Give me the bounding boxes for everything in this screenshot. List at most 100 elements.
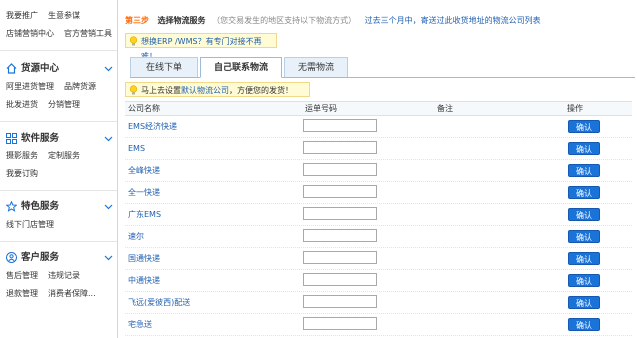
section-title: 客户服务 (21, 252, 60, 263)
sidebar-link[interactable]: 品牌货源 (64, 81, 96, 93)
company-name[interactable]: 飞远(爱彼西)配送 (128, 292, 190, 313)
waybill-input[interactable] (303, 251, 377, 264)
confirm-button[interactable]: 确认 (568, 120, 600, 133)
sidebar-link[interactable]: 我要订购 (6, 168, 38, 180)
confirm-button[interactable]: 确认 (568, 296, 600, 309)
waybill-input[interactable] (303, 163, 377, 176)
sidebar-row: 售后管理 违规记录 (6, 270, 90, 282)
confirm-button[interactable]: 确认 (568, 208, 600, 221)
company-name[interactable]: 速尔 (128, 226, 144, 247)
company-name[interactable]: 全一快递 (128, 182, 160, 203)
default-logistics-tip: 马上去设置默认物流公司，方便您的发货！ (125, 82, 310, 97)
waybill-input[interactable] (303, 273, 377, 286)
history-logistics-link[interactable]: 过去三个月中，寄送过此收货地址的物流公司列表 (365, 16, 541, 25)
table-row: 全一快递 确认 (125, 182, 632, 204)
confirm-button[interactable]: 确认 (568, 252, 600, 265)
grid-icon (6, 133, 17, 144)
table-row: 宅急送 确认 (125, 314, 632, 336)
confirm-button[interactable]: 确认 (568, 274, 600, 287)
sidebar-row: 我要推广 生意参谋 (6, 10, 90, 22)
waybill-input[interactable] (303, 295, 377, 308)
company-name[interactable]: 全峰快递 (128, 160, 160, 181)
section-header-special[interactable]: 特色服务 (6, 199, 116, 215)
waybill-input[interactable] (303, 185, 377, 198)
col-company: 公司名称 (128, 104, 160, 113)
sidebar: 我要推广 生意参谋 店铺营销中心 官方营销工具 货源中心 阿里进货管理 品牌货源 批发… (0, 0, 120, 338)
tip-suffix: ，方便您的发货！ (229, 86, 293, 95)
sidebar-link[interactable]: 售后管理 (6, 270, 38, 282)
sidebar-link[interactable]: 消费者保障... (48, 288, 96, 300)
table-row: 中通快递 确认 (125, 270, 632, 292)
sidebar-row: 摄影服务 定制服务 (6, 150, 90, 162)
chevron-down-icon[interactable] (104, 202, 113, 211)
sidebar-row: 批发进货 分销管理 (6, 99, 90, 111)
tip-prefix: 马上去设置 (141, 86, 181, 95)
confirm-button[interactable]: 确认 (568, 142, 600, 155)
tab-bar: 在线下单 自己联系物流 无需物流 (130, 57, 635, 78)
sidebar-link[interactable]: 退款管理 (6, 288, 38, 300)
tab-no-logistics[interactable]: 无需物流 (284, 57, 348, 77)
lightbulb-icon (129, 36, 138, 46)
person-icon (6, 252, 17, 263)
section-header-supply[interactable]: 货源中心 (6, 61, 116, 77)
sidebar-link[interactable]: 线下门店管理 (6, 219, 54, 231)
col-action: 操作 (567, 104, 583, 113)
table-row: 国通快递 确认 (125, 248, 632, 270)
sidebar-link[interactable]: 生意参谋 (48, 10, 80, 22)
section-header-software[interactable]: 软件服务 (6, 131, 116, 147)
waybill-input[interactable] (303, 207, 377, 220)
section-divider (0, 121, 117, 122)
sidebar-row: 线下门店管理 (6, 219, 64, 231)
waybill-input[interactable] (303, 317, 377, 330)
logistics-table: 公司名称 运单号码 备注 操作 EMS经济快递 确认 EMS 确认 全峰快递 确认 全一快递… (125, 101, 632, 336)
chevron-down-icon[interactable] (104, 134, 113, 143)
sidebar-link[interactable]: 店铺营销中心 (6, 28, 54, 40)
sidebar-row: 退款管理 消费者保障... (6, 288, 106, 300)
section-divider (0, 50, 117, 51)
sidebar-link[interactable]: 阿里进货管理 (6, 81, 54, 93)
sidebar-link[interactable]: 摄影服务 (6, 150, 38, 162)
waybill-input[interactable] (303, 119, 377, 132)
chevron-down-icon[interactable] (104, 64, 113, 73)
confirm-button[interactable]: 确认 (568, 318, 600, 331)
confirm-button[interactable]: 确认 (568, 164, 600, 177)
default-logistics-link[interactable]: 默认物流公司 (181, 86, 229, 95)
sidebar-link[interactable]: 批发进货 (6, 99, 38, 111)
table-row: 广东EMS 确认 (125, 204, 632, 226)
step-label: 第三步 (125, 16, 149, 25)
tab-self-contact[interactable]: 自己联系物流 (200, 57, 282, 78)
sidebar-link[interactable]: 我要推广 (6, 10, 38, 22)
sidebar-row: 店铺营销中心 官方营销工具 (6, 28, 122, 40)
confirm-button[interactable]: 确认 (568, 230, 600, 243)
company-name[interactable]: 宅急送 (128, 314, 152, 335)
erp-tip[interactable]: 想换ERP /WMS？有专门对接不再难！ (125, 33, 277, 61)
table-header: 公司名称 运单号码 备注 操作 (125, 101, 632, 116)
company-name[interactable]: EMS (128, 138, 145, 159)
section-header-customer[interactable]: 客户服务 (6, 250, 116, 266)
chevron-down-icon[interactable] (104, 253, 113, 262)
company-name[interactable]: 中通快递 (128, 270, 160, 291)
sidebar-divider (117, 0, 118, 338)
table-row: 全峰快递 确认 (125, 160, 632, 182)
company-name[interactable]: 国通快递 (128, 248, 160, 269)
star-icon (6, 201, 17, 212)
company-name[interactable]: 广东EMS (128, 204, 161, 225)
sidebar-link[interactable]: 违规记录 (48, 270, 80, 282)
sidebar-row: 我要订购 (6, 168, 48, 180)
sidebar-link[interactable]: 官方营销工具 (64, 28, 112, 40)
tab-online-order[interactable]: 在线下单 (130, 57, 198, 77)
table-row: EMS 确认 (125, 138, 632, 160)
confirm-button[interactable]: 确认 (568, 186, 600, 199)
step-note: （您交易发生的地区支持以下物流方式） (212, 16, 357, 25)
section-title: 货源中心 (21, 63, 60, 74)
waybill-input[interactable] (303, 229, 377, 242)
house-icon (6, 63, 17, 74)
sidebar-link[interactable]: 分销管理 (48, 99, 80, 111)
section-title: 软件服务 (21, 133, 60, 144)
waybill-input[interactable] (303, 141, 377, 154)
sidebar-link[interactable]: 定制服务 (48, 150, 80, 162)
table-row: 飞远(爱彼西)配送 确认 (125, 292, 632, 314)
company-name[interactable]: EMS经济快递 (128, 116, 177, 137)
section-divider (0, 190, 117, 191)
section-divider (0, 241, 117, 242)
